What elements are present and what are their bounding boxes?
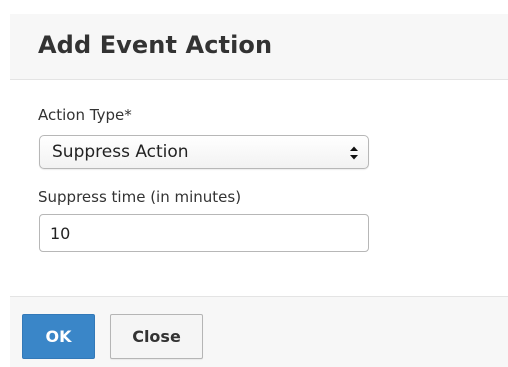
ok-button[interactable]: OK: [22, 314, 95, 359]
dialog-title: Add Event Action: [38, 31, 273, 59]
action-type-label: Action Type*: [38, 106, 132, 124]
action-type-select[interactable]: Suppress Action: [39, 135, 369, 169]
dialog-header: Add Event Action: [10, 14, 508, 80]
up-down-chevron-icon: [350, 146, 358, 160]
suppress-time-label: Suppress time (in minutes): [38, 188, 242, 206]
action-type-selected-value: Suppress Action: [52, 142, 189, 162]
dialog-body: Action Type* Suppress Action Suppress ti…: [10, 80, 508, 296]
dialog-footer: OK Close: [10, 296, 508, 367]
suppress-time-input[interactable]: [39, 214, 369, 252]
close-button[interactable]: Close: [110, 314, 203, 359]
add-event-action-dialog: Add Event Action Action Type* Suppress A…: [0, 0, 508, 367]
